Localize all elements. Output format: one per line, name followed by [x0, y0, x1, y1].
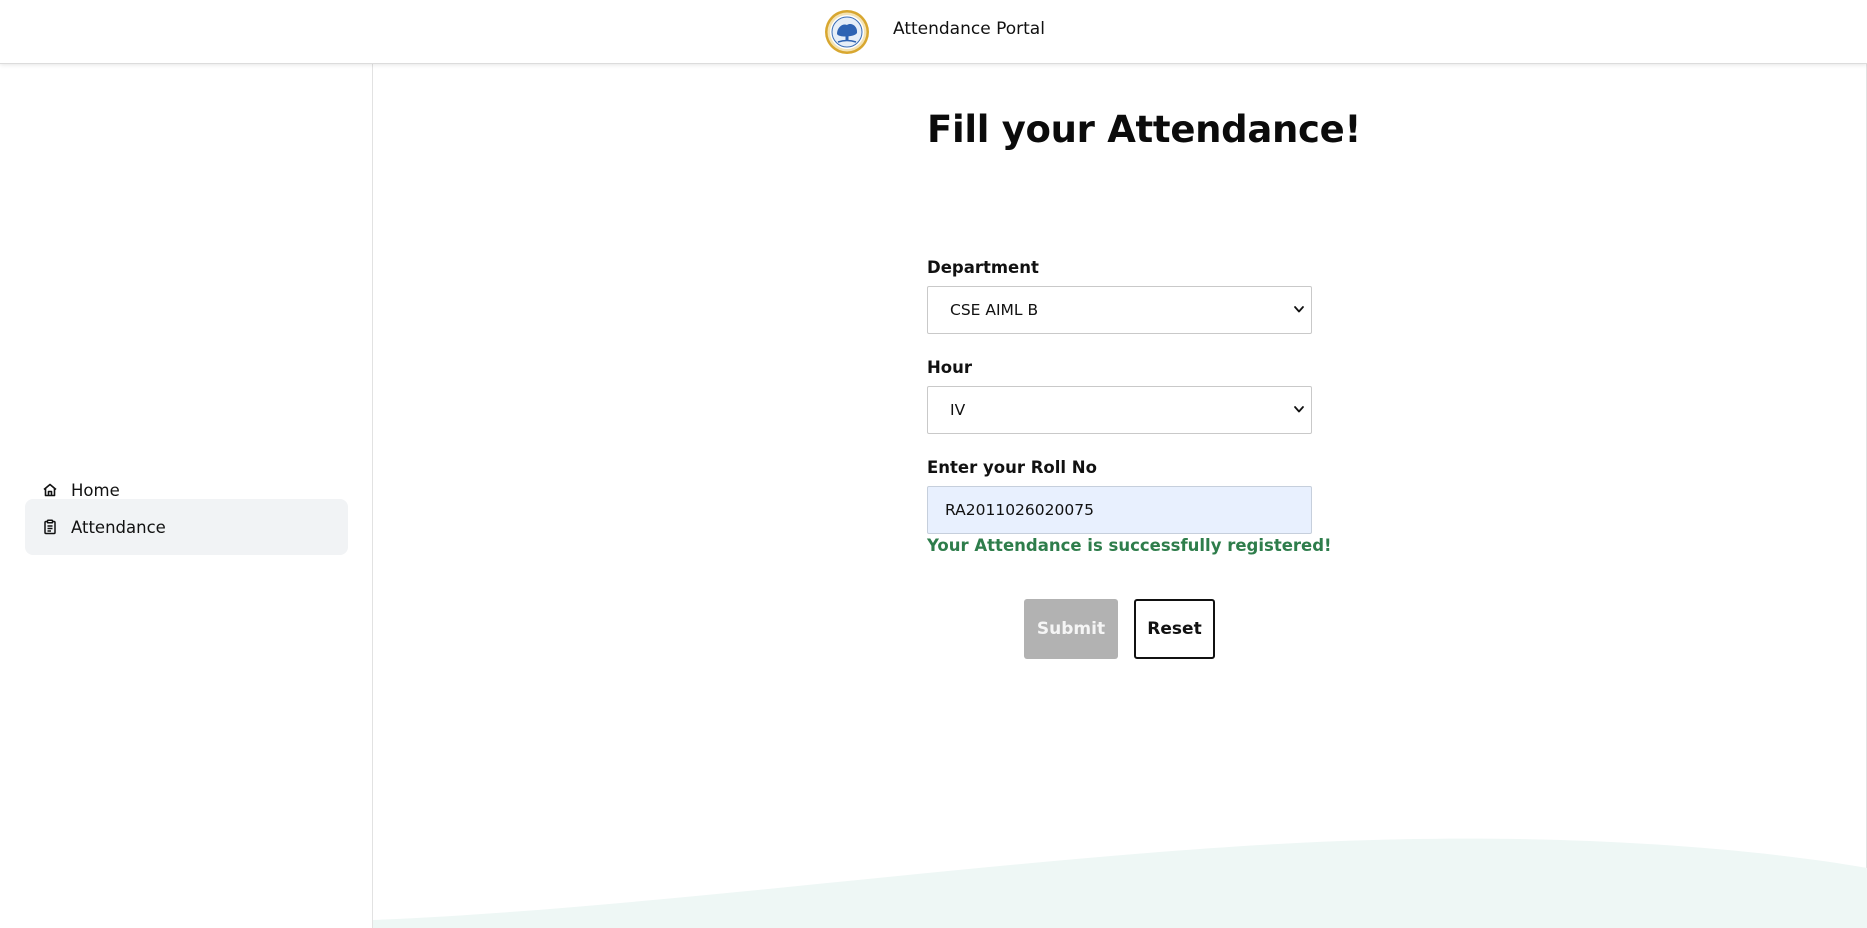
roll-no-field: Enter your Roll No RA2011026020075	[927, 458, 1312, 534]
clipboard-icon	[41, 518, 59, 536]
chevron-down-icon	[1294, 306, 1304, 313]
hour-field: Hour IV	[927, 358, 1312, 434]
department-label: Department	[927, 258, 1039, 277]
sidebar-item-attendance[interactable]: Attendance	[25, 499, 348, 555]
hour-selected-value: IV	[950, 401, 966, 419]
home-icon	[41, 481, 59, 499]
department-select[interactable]: CSE AIML B	[927, 286, 1312, 334]
sidebar-item-label: Attendance	[71, 517, 166, 537]
sidebar-item-label: Home	[71, 480, 120, 500]
reset-button[interactable]: Reset	[1134, 599, 1215, 659]
roll-no-label: Enter your Roll No	[927, 458, 1097, 477]
roll-no-value: RA2011026020075	[945, 501, 1094, 519]
main-content: Fill your Attendance! Department CSE AIM…	[373, 64, 1867, 928]
department-field: Department CSE AIML B	[927, 258, 1312, 334]
institution-seal-icon[interactable]	[824, 9, 870, 55]
attendance-form: Fill your Attendance! Department CSE AIM…	[927, 108, 1362, 659]
top-header: Attendance Portal	[0, 0, 1867, 64]
roll-no-input[interactable]: RA2011026020075	[927, 486, 1312, 534]
hour-select[interactable]: IV	[927, 386, 1312, 434]
department-selected-value: CSE AIML B	[950, 301, 1039, 319]
app-title: Attendance Portal	[893, 19, 1045, 39]
hour-label: Hour	[927, 358, 973, 377]
submit-button[interactable]: Submit	[1024, 599, 1118, 659]
success-message: Your Attendance is successfully register…	[927, 536, 1332, 555]
chevron-down-icon	[1294, 406, 1304, 413]
background-wave	[373, 838, 1867, 928]
sidebar: Home Attendance	[0, 64, 373, 928]
page-title: Fill your Attendance!	[927, 108, 1362, 151]
